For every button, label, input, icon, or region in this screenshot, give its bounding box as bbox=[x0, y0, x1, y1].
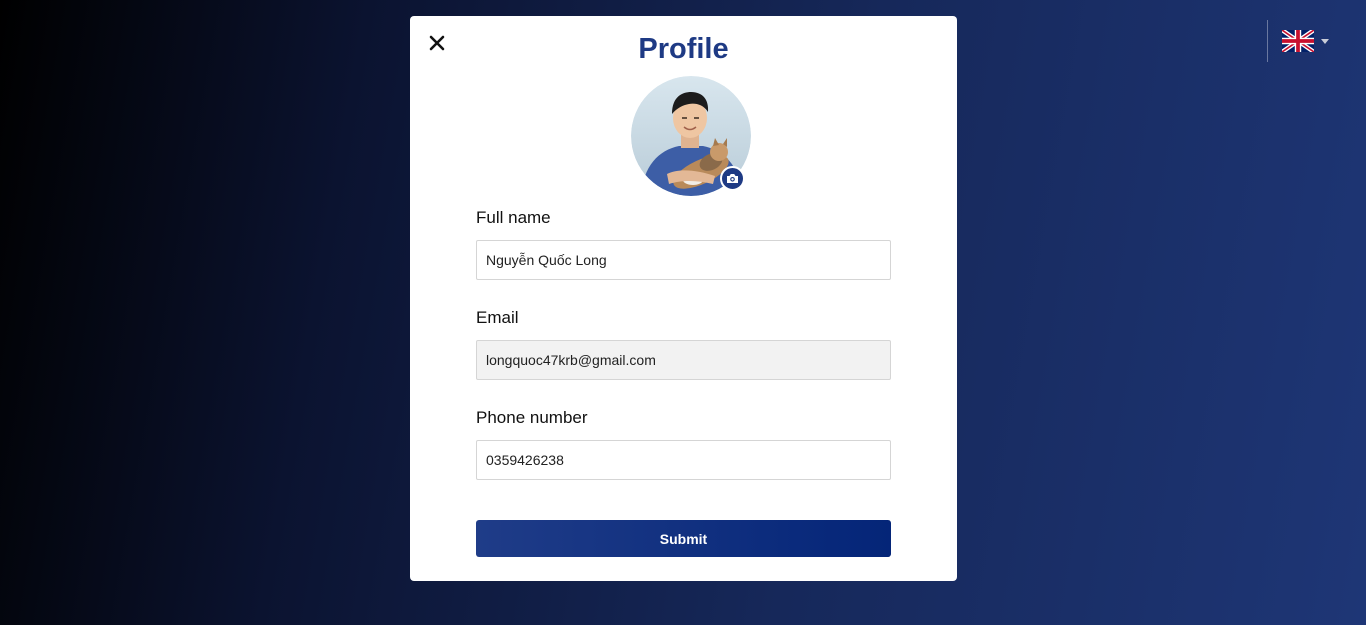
uk-flag-icon bbox=[1282, 30, 1314, 52]
language-switcher[interactable] bbox=[1267, 20, 1337, 62]
chevron-down-icon bbox=[1321, 38, 1329, 44]
submit-button[interactable]: Submit bbox=[476, 520, 891, 557]
phone-label: Phone number bbox=[476, 408, 588, 427]
email-label: Email bbox=[476, 308, 519, 327]
phone-input[interactable] bbox=[476, 440, 891, 480]
full-name-input[interactable] bbox=[476, 240, 891, 280]
profile-modal: Profile Full name Nguyễn Quốc Long Email… bbox=[410, 16, 957, 581]
full-name-label: Full name bbox=[476, 208, 551, 227]
change-avatar-button[interactable] bbox=[720, 166, 745, 191]
avatar-container bbox=[631, 76, 751, 196]
page-title: Profile bbox=[638, 33, 729, 65]
email-field bbox=[476, 340, 891, 380]
camera-icon bbox=[727, 174, 738, 183]
